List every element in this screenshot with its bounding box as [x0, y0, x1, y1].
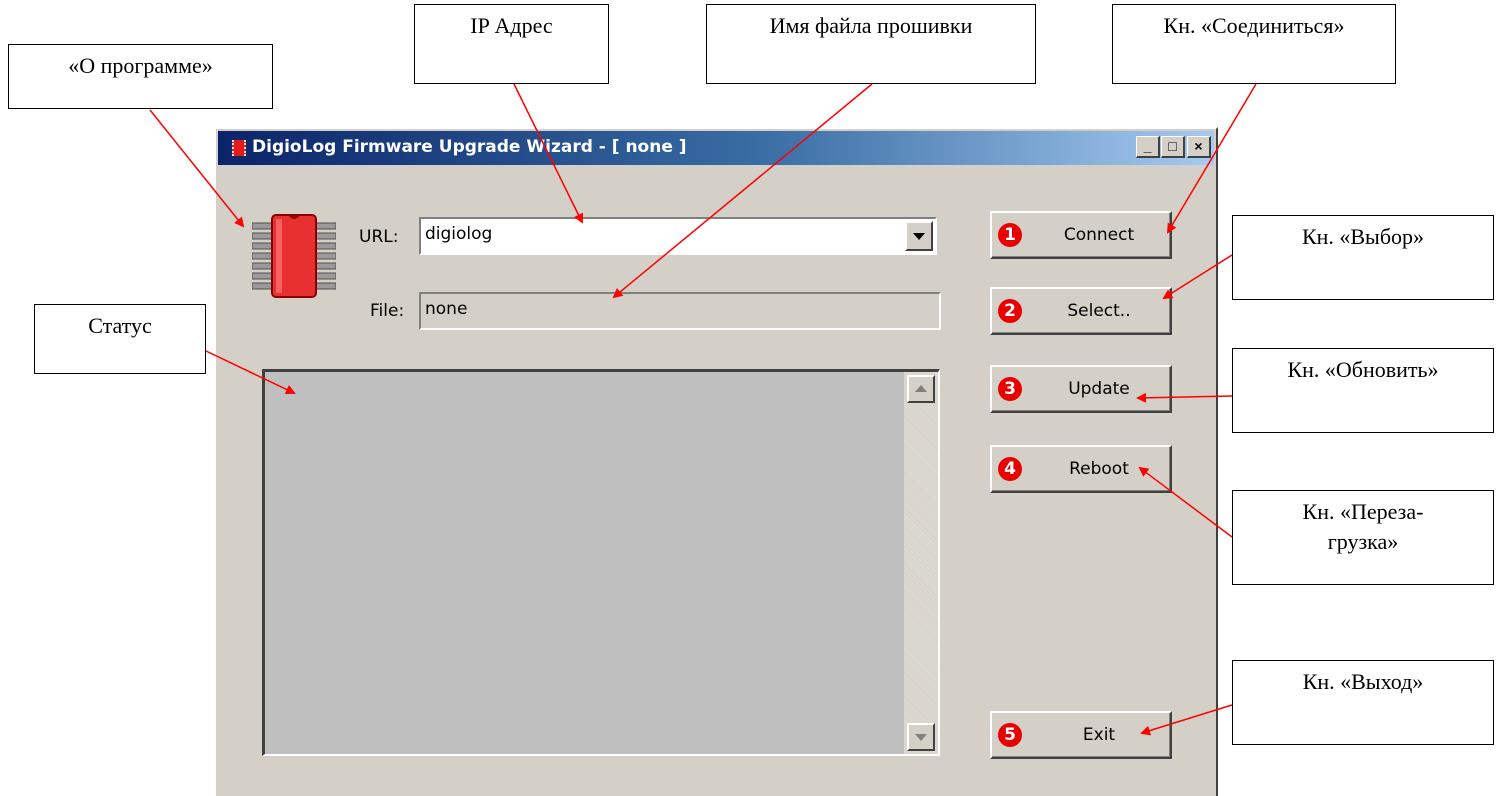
arrow-select — [1162, 254, 1233, 300]
arrow-ip — [513, 83, 583, 224]
arrow-connect — [1166, 83, 1257, 234]
arrow-about — [149, 109, 245, 228]
arrow-status — [205, 350, 296, 395]
arrow-exit — [1140, 704, 1233, 736]
arrow-update — [1136, 392, 1233, 403]
annotation-arrows — [149, 83, 1257, 736]
arrow-firmware — [612, 83, 873, 299]
arrow-reboot — [1138, 466, 1233, 538]
